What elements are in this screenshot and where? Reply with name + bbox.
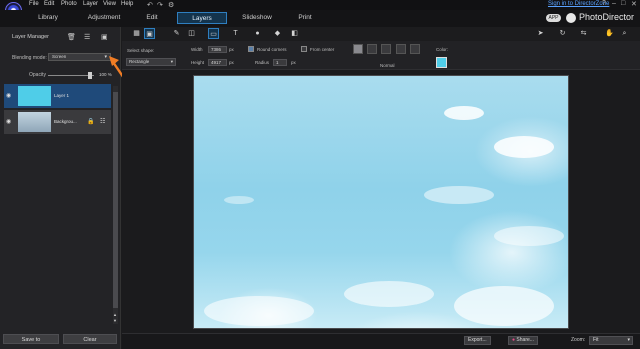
share-icon: ●	[512, 337, 516, 343]
round-corners-checkbox[interactable]	[248, 46, 254, 52]
signin-link[interactable]: Sign in to DirectorZone	[548, 1, 609, 7]
photodirector-logo-icon	[566, 13, 576, 23]
share-label: Share...	[516, 337, 534, 343]
width-unit: px	[229, 47, 234, 52]
blending-mode-label: Blending mode:	[12, 55, 47, 61]
rotate-tool-icon[interactable]: ↻	[557, 28, 568, 39]
height-unit: px	[229, 60, 234, 65]
stamp-tool-icon[interactable]: ●	[252, 28, 263, 39]
image-layer-tool-icon[interactable]: ▣	[144, 28, 155, 39]
arrange-button[interactable]	[410, 44, 420, 54]
round-corners-label: Round corners	[257, 47, 287, 52]
menu-view[interactable]: View	[103, 1, 116, 7]
flip-tool-icon[interactable]: ⇆	[578, 28, 589, 39]
menu-edit[interactable]: Edit	[44, 1, 54, 7]
tab-print[interactable]: Print	[293, 12, 317, 24]
layer-name: Backgrou...	[54, 119, 77, 124]
lock-icon[interactable]: 🔒	[87, 118, 94, 125]
layer-manager-title: Layer Manager	[12, 34, 49, 40]
app-badge[interactable]: APP	[546, 14, 561, 22]
chevron-down-icon: ▾	[627, 337, 630, 343]
menu-file[interactable]: File	[29, 1, 39, 7]
menu-layer[interactable]: Layer	[83, 1, 98, 7]
color-label: Color:	[436, 47, 449, 52]
rectangle-tool-icon[interactable]: ▭	[208, 28, 219, 39]
help-button[interactable]: ?	[602, 0, 606, 7]
chevron-down-icon: ▾	[104, 54, 107, 60]
blending-mode-value: Screen	[52, 54, 67, 59]
maximize-button[interactable]: □	[621, 0, 625, 7]
layer-options-icon[interactable]: ☰	[84, 33, 90, 41]
settings-icon[interactable]: ⚙	[168, 1, 174, 9]
brand-name: PhotoDirector	[579, 12, 635, 22]
layer-row-background[interactable]: ◉ Backgrou... 🔒 ☷	[4, 110, 111, 134]
add-image-tool-icon[interactable]: ▦	[131, 28, 142, 39]
width-input[interactable]: 7386	[208, 46, 227, 53]
tab-slideshow[interactable]: Slideshow	[237, 12, 277, 24]
fill-tool-icon[interactable]: ◆	[272, 28, 283, 39]
brush-tool-icon[interactable]: ✎	[171, 28, 182, 39]
menu-photo[interactable]: Photo	[61, 1, 77, 7]
blend-mode-value[interactable]: Normal	[380, 63, 395, 68]
shape-value: Rectangle	[129, 59, 150, 64]
scroll-up-icon[interactable]: ▲	[113, 312, 117, 317]
chevron-down-icon: ▾	[170, 59, 173, 64]
tab-library[interactable]: Library	[30, 12, 66, 24]
tab-edit[interactable]: Edit	[140, 12, 164, 24]
delete-layer-icon[interactable]: 🗑	[67, 33, 76, 41]
scrollbar-thumb[interactable]	[113, 92, 118, 308]
select-tool-icon[interactable]: ➤	[535, 28, 546, 39]
minimize-button[interactable]: –	[612, 0, 616, 7]
from-center-label: From center	[310, 47, 335, 52]
color-swatch[interactable]	[436, 57, 447, 68]
app-window: File Edit Photo Layer View Help ↶ ↷ ⚙ Si…	[0, 0, 640, 349]
layer-thumbnail	[18, 86, 51, 106]
height-input[interactable]: 4917	[208, 59, 227, 66]
zoom-label: Zoom:	[571, 337, 586, 343]
redo-icon[interactable]: ↷	[157, 1, 163, 9]
opacity-slider-knob[interactable]	[88, 72, 92, 79]
eye-icon[interactable]: ◉	[6, 92, 11, 99]
radius-input[interactable]: 1	[273, 59, 287, 66]
distribute-button[interactable]	[396, 44, 406, 54]
close-button[interactable]: ✕	[631, 0, 637, 8]
blending-mode-select[interactable]: Screen ▾	[48, 53, 111, 61]
from-center-checkbox[interactable]	[301, 46, 307, 52]
eye-icon[interactable]: ◉	[6, 118, 11, 125]
layer-row-layer-1[interactable]: ◉ Layer 1	[4, 84, 111, 108]
shape-select[interactable]: Rectangle ▾	[126, 58, 176, 66]
zoom-value: Fit	[593, 337, 599, 343]
align-center-button[interactable]	[367, 44, 377, 54]
radius-unit: px	[291, 60, 296, 65]
undo-icon[interactable]: ↶	[147, 1, 153, 9]
layer-thumbnail	[18, 112, 51, 132]
eraser-tool-icon[interactable]: ◫	[186, 28, 197, 39]
select-shape-label: Select shape:	[127, 48, 155, 53]
width-label: Width	[191, 47, 203, 52]
photo-canvas[interactable]	[193, 75, 569, 329]
save-to-button[interactable]: Save to	[3, 334, 59, 344]
clear-button[interactable]: Clear	[63, 334, 117, 344]
tab-adjustment[interactable]: Adjustment	[82, 12, 126, 24]
height-label: Height	[191, 60, 205, 65]
layer-settings-icon[interactable]: ☷	[100, 118, 105, 125]
tab-layers[interactable]: Layers	[177, 12, 227, 24]
export-button[interactable]: Export...	[464, 336, 491, 345]
hand-tool-icon[interactable]: ✋	[604, 28, 615, 39]
menu-help[interactable]: Help	[121, 1, 133, 7]
zoom-select[interactable]: Fit ▾	[589, 336, 633, 345]
align-right-button[interactable]	[381, 44, 391, 54]
scroll-down-icon[interactable]: ▼	[113, 318, 117, 323]
bottom-bar	[122, 333, 640, 349]
panel-dock-icon[interactable]: ▣	[101, 33, 108, 41]
radius-label: Radius	[255, 60, 270, 65]
zoom-tool-icon[interactable]: ⌕	[619, 28, 630, 39]
share-button[interactable]: ● Share...	[508, 336, 538, 345]
gradient-tool-icon[interactable]: ◧	[289, 28, 300, 39]
align-left-button[interactable]	[353, 44, 363, 54]
layer-name: Layer 1	[54, 93, 70, 98]
opacity-label: Opacity	[29, 72, 46, 78]
text-tool-icon[interactable]: T	[230, 28, 241, 39]
